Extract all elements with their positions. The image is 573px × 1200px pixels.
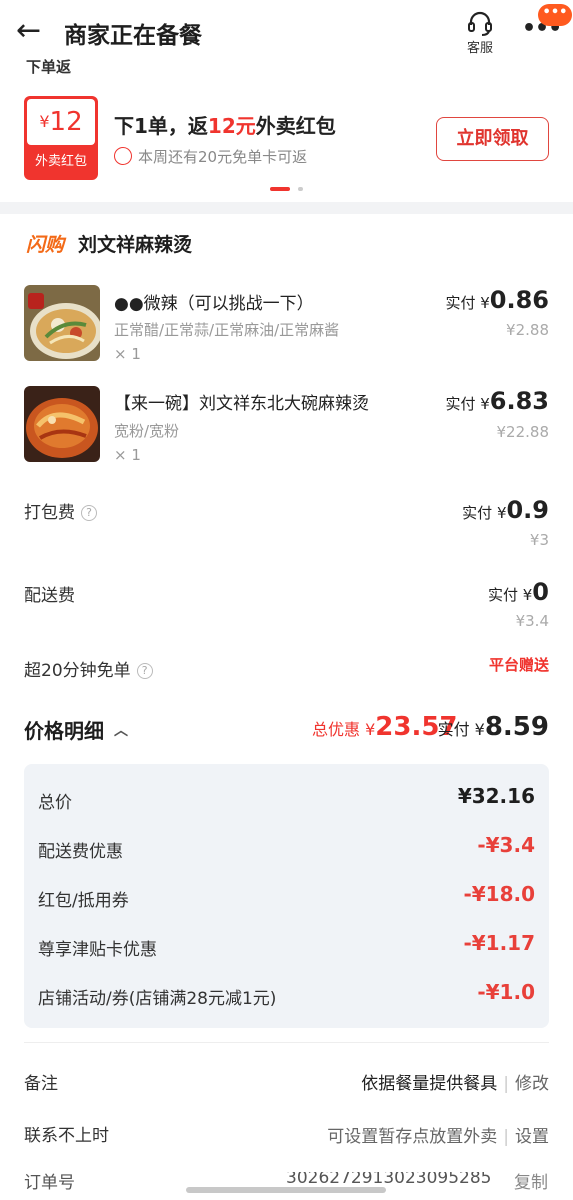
price-detail-toggle[interactable]: 价格明细 ︿ (24, 715, 128, 744)
food-bowl-image (24, 386, 100, 462)
breakdown-value: -¥1.17 (463, 931, 535, 955)
divider (24, 1042, 549, 1043)
separator: | (503, 1127, 509, 1147)
packing-fee-paid: 实付 ¥0.9 (462, 496, 549, 524)
remarks-value: 依据餐量提供餐具 | 修改 (361, 1069, 549, 1094)
breakdown-value: -¥3.4 (477, 833, 535, 857)
total-paid-prefix: 实付 ¥ (437, 720, 485, 739)
item-paid-value: 6.83 (489, 387, 549, 415)
packing-fee-text: 打包费 (24, 503, 75, 523)
food-bowl-image (24, 285, 100, 361)
price-breakdown-panel: 总价 ¥32.16 配送费优惠 -¥3.4 红包/抵用券 -¥18.0 尊享津贴… (24, 764, 549, 1028)
unreachable-label: 联系不上时 (24, 1126, 109, 1146)
notification-badge: ••• (538, 4, 572, 26)
packing-fee-label: 打包费? (24, 498, 97, 523)
delivery-fee-original: ¥3.4 (515, 612, 549, 630)
order-number-value: 3026272913023095285 (286, 1172, 492, 1188)
item-paid-price: 实付 ¥0.86 (445, 286, 549, 314)
separator: | (503, 1074, 509, 1094)
item-thumbnail[interactable] (24, 386, 100, 462)
item-thumbnail[interactable] (24, 285, 100, 361)
store-name[interactable]: 刘文祥麻辣烫 (78, 230, 192, 257)
promo-headline-post: 外卖红包 (255, 114, 336, 138)
page-title: 商家正在备餐 (64, 23, 202, 49)
delivery-fee-label: 配送费 (24, 586, 75, 606)
set-dropoff-link[interactable]: 设置 (515, 1127, 549, 1147)
copy-order-link[interactable]: 复制 (514, 1172, 548, 1193)
flash-sale-tag: 闪购 (26, 234, 65, 256)
promo-subtext: 本周还有20元免单卡可返 (114, 146, 307, 167)
item-name: 【来一碗】刘文祥东北大碗麻辣烫 (114, 394, 369, 414)
home-indicator (186, 1187, 386, 1193)
breakdown-label: 总价 (38, 793, 72, 813)
item-paid-prefix: 实付 ¥ (445, 294, 490, 312)
item-original-price: ¥22.88 (496, 423, 550, 441)
coupon-amount: ¥12 (27, 99, 95, 145)
breakdown-label: 配送费优惠 (38, 842, 123, 862)
remarks-text: 依据餐量提供餐具 (361, 1074, 498, 1094)
coupon-amount-value: 12 (49, 107, 83, 137)
item-spec: 正常醋/正常蒜/正常麻油/正常麻酱 (114, 321, 340, 339)
order-number-row: 订单号 3026272913023095285 复制 (24, 1172, 554, 1200)
item-quantity: × 1 (114, 446, 141, 464)
platform-gift-badge: 平台赠送 (488, 656, 549, 674)
total-discount: 总优惠 ¥23.57 (312, 712, 458, 742)
back-arrow-icon[interactable]: ← (16, 14, 46, 48)
red-packet-coupon: ¥12 外卖红包 (24, 96, 98, 180)
section-divider (0, 202, 573, 214)
packing-fee-paid-prefix: 实付 ¥ (462, 504, 507, 522)
total-discount-prefix: 总优惠 ¥ (312, 720, 376, 739)
packing-fee-paid-value: 0.9 (506, 496, 549, 524)
customer-service-label: 客服 (466, 41, 493, 56)
unreachable-value: 可设置暂存点放置外卖 | 设置 (327, 1122, 549, 1147)
delivery-fee-paid-value: 0 (532, 578, 549, 606)
item-quantity: × 1 (114, 345, 141, 363)
breakdown-label: 店铺活动/券(店铺满28元减1元) (38, 989, 277, 1009)
promo-headline-pre: 下1单，返 (114, 114, 208, 138)
top-bar: ← 商家正在备餐 客服 ••• ••• (0, 0, 573, 62)
section-label-partial: 下单返 (26, 58, 72, 76)
item-paid-prefix: 实付 ¥ (445, 395, 490, 413)
delivery-fee-paid-prefix: 实付 ¥ (487, 586, 533, 604)
breakdown-value: -¥18.0 (463, 882, 535, 906)
promo-headline: 下1单，返12元外卖红包 (114, 110, 336, 139)
total-paid-value: 8.59 (484, 712, 549, 742)
help-icon[interactable]: ? (136, 663, 153, 679)
customer-service-button[interactable]: 客服 (458, 10, 502, 56)
item-spec: 宽粉/宽粉 (114, 422, 180, 440)
order-number-label: 订单号 (24, 1173, 75, 1193)
item-paid-price: 实付 ¥6.83 (445, 387, 549, 415)
price-detail-title: 价格明细 (24, 719, 104, 743)
coupon-caption: 外卖红包 (34, 154, 87, 169)
packing-fee-original: ¥3 (529, 531, 549, 549)
late-free-label: 超20分钟免单? (24, 656, 153, 681)
remarks-label: 备注 (24, 1074, 58, 1094)
late-free-text: 超20分钟免单 (24, 661, 131, 681)
unreachable-text: 可设置暂存点放置外卖 (327, 1127, 498, 1147)
breakdown-value: ¥32.16 (457, 784, 535, 808)
item-name: ●●微辣（可以挑战一下） (114, 294, 314, 314)
radio-icon[interactable] (114, 147, 132, 165)
delivery-fee-paid: 实付 ¥0 (488, 578, 549, 606)
coupon-currency: ¥ (39, 112, 50, 131)
promo-headline-amount: 12元 (207, 114, 256, 138)
headset-icon (468, 11, 492, 36)
promo-subtext-label: 本周还有20元免单卡可返 (138, 148, 308, 166)
breakdown-label: 红包/抵用券 (38, 891, 129, 911)
carousel-dot-active (270, 187, 290, 191)
breakdown-label: 尊享津贴卡优惠 (38, 940, 157, 960)
item-original-price: ¥2.88 (506, 321, 549, 339)
carousel-dot (298, 187, 303, 191)
help-icon[interactable]: ? (81, 505, 97, 521)
breakdown-value: -¥1.0 (477, 980, 535, 1004)
claim-button[interactable]: 立即领取 (436, 117, 549, 161)
edit-remarks-link[interactable]: 修改 (515, 1074, 549, 1094)
item-paid-value: 0.86 (489, 286, 549, 314)
total-paid: 实付 ¥8.59 (438, 712, 549, 742)
chevron-up-icon: ︿ (114, 723, 128, 739)
